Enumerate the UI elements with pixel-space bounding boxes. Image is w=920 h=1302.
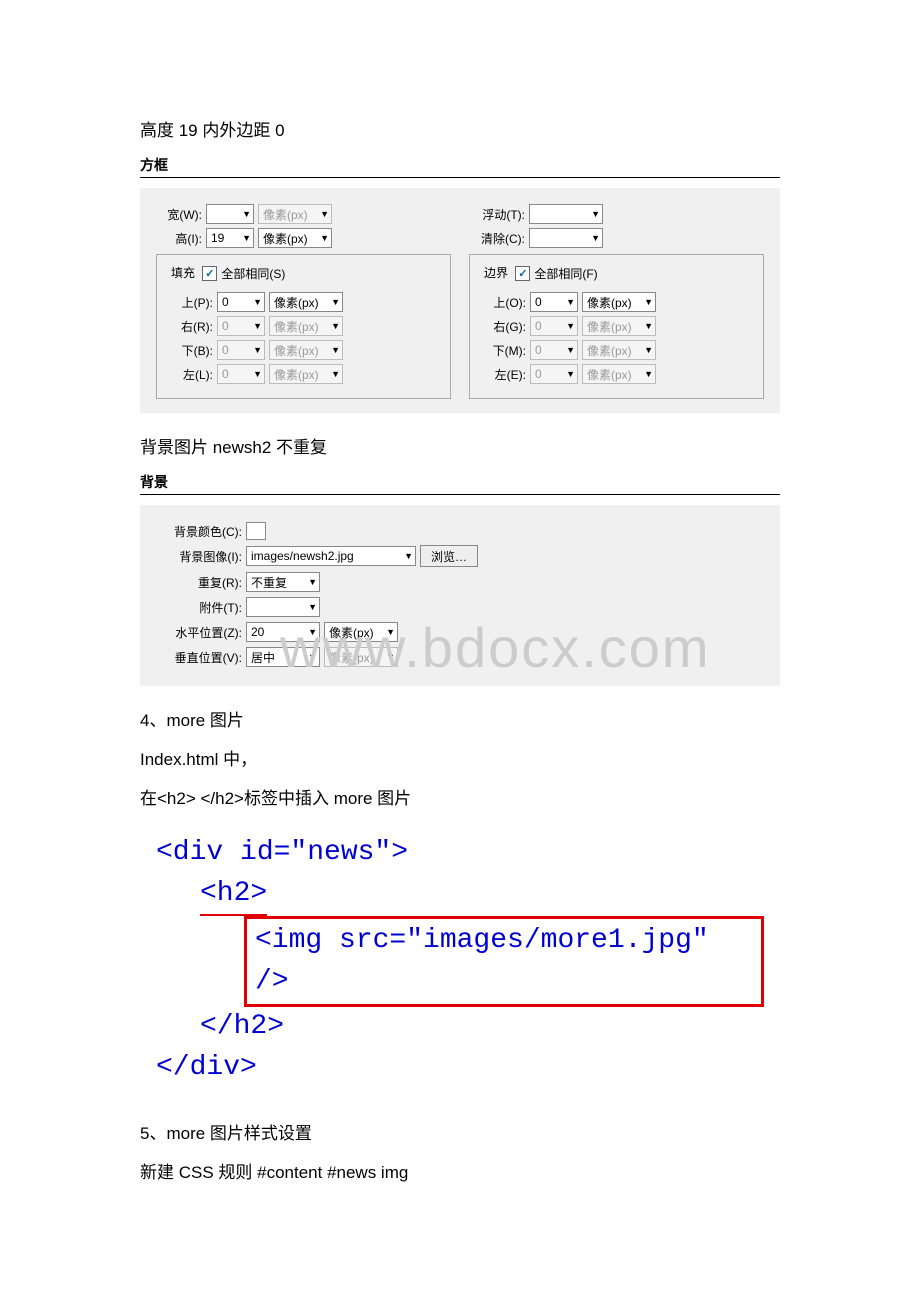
chevron-down-icon: ▼ <box>386 627 395 637</box>
width-combo[interactable]: ▼ <box>206 204 254 224</box>
chevron-down-icon: ▼ <box>308 652 317 662</box>
code-line: <h2> <box>156 874 764 917</box>
box-panel: 方框 宽(W): ▼ 像素(px)▼ 高(I): 19▼ 像素(px)▼ <box>140 155 780 413</box>
padding-bottom-label: 下(B): <box>167 342 213 359</box>
chevron-down-icon: ▼ <box>591 209 600 219</box>
bg-image-label: 背景图像(I): <box>156 548 242 565</box>
chevron-down-icon: ▼ <box>331 297 340 307</box>
margin-left-label: 左(E): <box>480 366 526 383</box>
chevron-down-icon: ▼ <box>308 602 317 612</box>
padding-left-unit: 像素(px)▼ <box>269 364 343 384</box>
margin-bottom-combo: 0▼ <box>530 340 578 360</box>
margin-left-unit: 像素(px)▼ <box>582 364 656 384</box>
padding-right-label: 右(R): <box>167 318 213 335</box>
chevron-down-icon: ▼ <box>308 627 317 637</box>
code-line: </h2> <box>156 1007 764 1048</box>
width-label: 宽(W): <box>156 206 202 223</box>
padding-bottom-unit: 像素(px)▼ <box>269 340 343 360</box>
padding-left-label: 左(L): <box>167 366 213 383</box>
margin-top-label: 上(O): <box>480 294 526 311</box>
code-line: </div> <box>156 1048 764 1089</box>
margin-right-label: 右(G): <box>480 318 526 335</box>
code-snippet: <div id="news"> <h2> <img src="images/mo… <box>140 823 780 1103</box>
margin-top-unit[interactable]: 像素(px)▼ <box>582 292 656 312</box>
chevron-down-icon: ▼ <box>242 233 251 243</box>
attach-label: 附件(T): <box>156 599 242 616</box>
height-combo[interactable]: 19▼ <box>206 228 254 248</box>
clear-label: 清除(C): <box>469 230 525 247</box>
hpos-unit[interactable]: 像素(px)▼ <box>324 622 398 642</box>
heading-bg-image: 背景图片 newsh2 不重复 <box>140 433 780 458</box>
same-all-s-label: 全部相同(S) <box>221 265 285 282</box>
padding-right-unit: 像素(px)▼ <box>269 316 343 336</box>
checkbox-checked-icon: ✓ <box>202 266 217 281</box>
bg-color-label: 背景颜色(C): <box>156 523 242 540</box>
highlighted-code: <img src="images/more1.jpg" /> <box>244 916 764 1007</box>
attach-combo[interactable]: ▼ <box>246 597 320 617</box>
vpos-label: 垂直位置(V): <box>156 649 242 666</box>
vpos-combo[interactable]: 居中▼ <box>246 647 320 667</box>
code-line: <div id="news"> <box>156 833 764 874</box>
bg-image-combo[interactable]: images/newsh2.jpg▼ <box>246 546 416 566</box>
margin-right-combo: 0▼ <box>530 316 578 336</box>
chevron-down-icon: ▼ <box>308 577 317 587</box>
margin-fieldset: 边界 ✓ 全部相同(F) 上(O): 0▼ 像素(px)▼ 右(G): 0 <box>469 254 764 399</box>
padding-left-combo: 0▼ <box>217 364 265 384</box>
bg-color-swatch[interactable] <box>246 522 266 540</box>
browse-button[interactable]: 浏览… <box>420 545 478 567</box>
chevron-down-icon: ▼ <box>253 297 262 307</box>
chevron-down-icon: ▼ <box>644 297 653 307</box>
padding-bottom-combo: 0▼ <box>217 340 265 360</box>
repeat-label: 重复(R): <box>156 574 242 591</box>
code-line: <img src="images/more1.jpg" /> <box>156 916 764 1007</box>
padding-right-combo: 0▼ <box>217 316 265 336</box>
float-label: 浮动(T): <box>469 206 525 223</box>
padding-fieldset: 填充 ✓ 全部相同(S) 上(P): 0▼ 像素(px)▼ 右(R): 0 <box>156 254 451 399</box>
chevron-down-icon: ▼ <box>404 551 413 561</box>
section4-line1: 4、more 图片 <box>140 706 780 731</box>
chevron-down-icon: ▼ <box>242 209 251 219</box>
margin-legend: 边界 <box>480 264 512 281</box>
margin-left-combo: 0▼ <box>530 364 578 384</box>
section5-line1: 5、more 图片样式设置 <box>140 1119 780 1144</box>
repeat-combo[interactable]: 不重复▼ <box>246 572 320 592</box>
bg-panel: 背景 www.bdocx.com 背景颜色(C): 背景图像(I): image… <box>140 472 780 686</box>
chevron-down-icon: ▼ <box>591 233 600 243</box>
heading-height-padding: 高度 19 内外边距 0 <box>140 116 780 141</box>
padding-top-combo[interactable]: 0▼ <box>217 292 265 312</box>
bg-panel-title: 背景 <box>140 472 780 495</box>
margin-bottom-label: 下(M): <box>480 342 526 359</box>
width-unit: 像素(px)▼ <box>258 204 332 224</box>
checkbox-checked-icon: ✓ <box>515 266 530 281</box>
padding-top-unit[interactable]: 像素(px)▼ <box>269 292 343 312</box>
vpos-unit: 像素(px)▼ <box>324 647 398 667</box>
height-label: 高(I): <box>156 230 202 247</box>
section4-line2: Index.html 中， <box>140 745 780 770</box>
margin-right-unit: 像素(px)▼ <box>582 316 656 336</box>
box-panel-title: 方框 <box>140 155 780 178</box>
float-combo[interactable]: ▼ <box>529 204 603 224</box>
same-all-f-checkbox[interactable]: ✓ 全部相同(F) <box>515 265 597 282</box>
hpos-combo[interactable]: 20▼ <box>246 622 320 642</box>
padding-top-label: 上(P): <box>167 294 213 311</box>
section5-line2: 新建 CSS 规则 #content #news img <box>140 1158 780 1183</box>
height-unit[interactable]: 像素(px)▼ <box>258 228 332 248</box>
same-all-s-checkbox[interactable]: ✓ 全部相同(S) <box>202 265 285 282</box>
padding-legend: 填充 <box>167 264 199 281</box>
clear-combo[interactable]: ▼ <box>529 228 603 248</box>
section4-line3: 在<h2> </h2>标签中插入 more 图片 <box>140 784 780 809</box>
chevron-down-icon: ▼ <box>566 297 575 307</box>
margin-top-combo[interactable]: 0▼ <box>530 292 578 312</box>
margin-bottom-unit: 像素(px)▼ <box>582 340 656 360</box>
hpos-label: 水平位置(Z): <box>156 624 242 641</box>
chevron-down-icon: ▼ <box>320 233 329 243</box>
same-all-f-label: 全部相同(F) <box>534 265 597 282</box>
